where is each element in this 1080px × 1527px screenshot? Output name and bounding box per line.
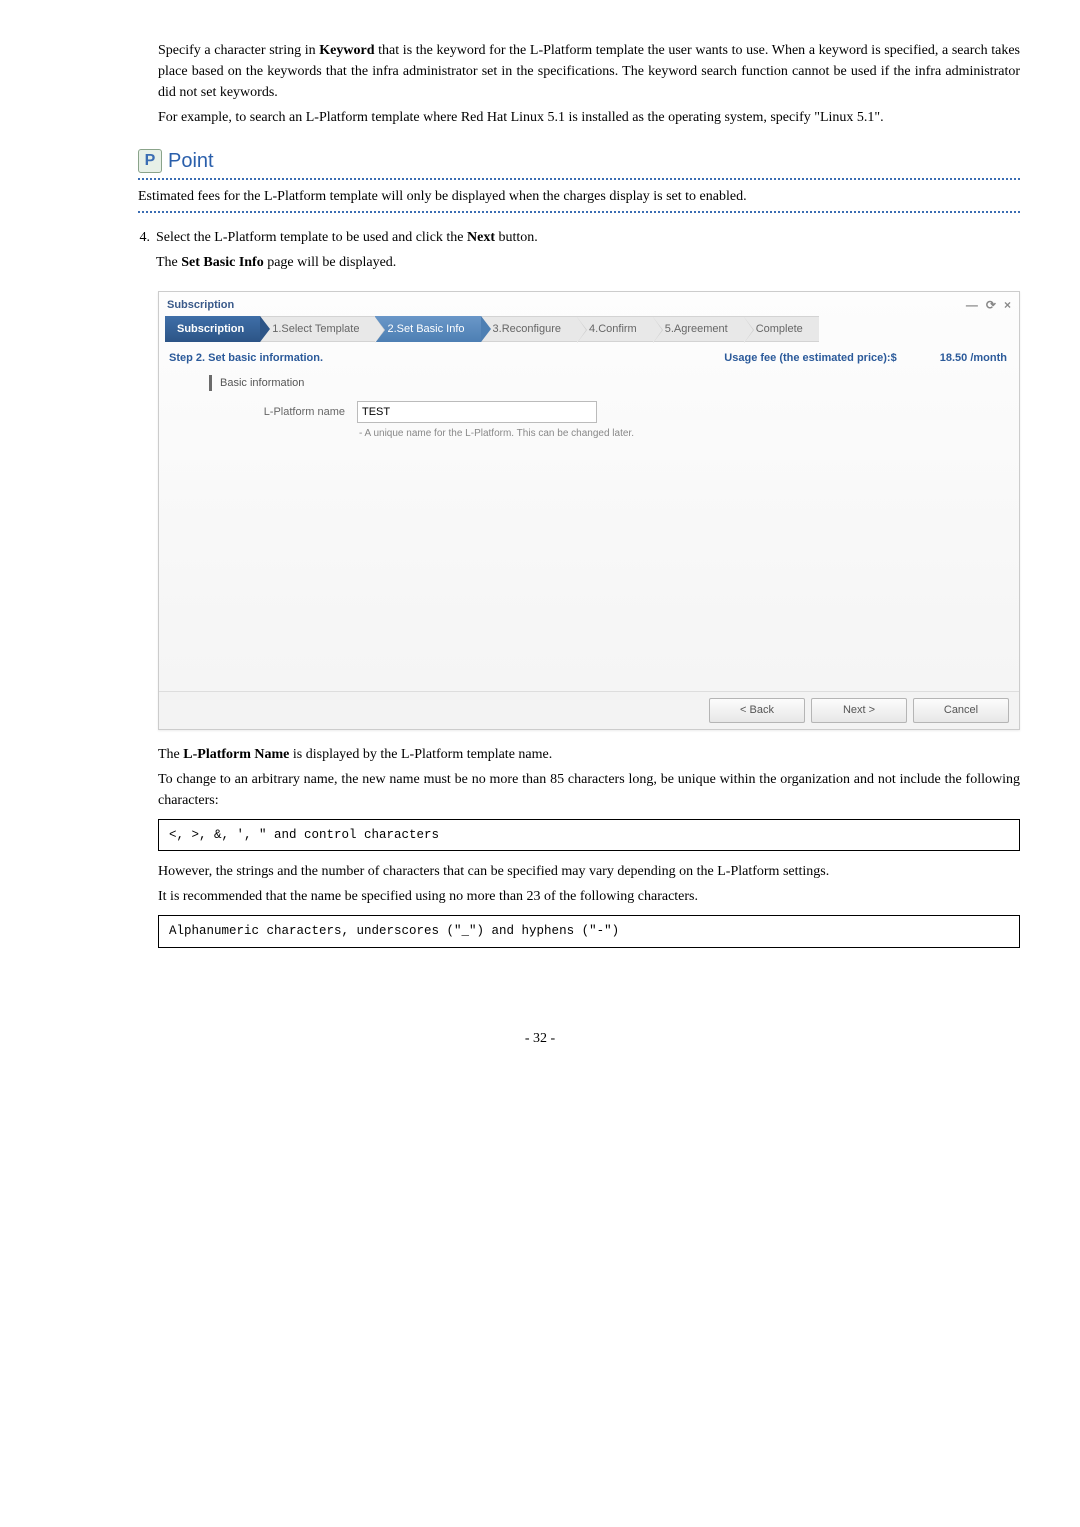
maximize-icon[interactable]: ⟳ [986,296,996,314]
wizard-tab-subscription: Subscription [165,316,260,342]
name-restrictions-paragraph: To change to an arbitrary name, the new … [158,769,1020,811]
dotted-divider [138,211,1020,213]
paragraph-keyword: Specify a character string in Keyword th… [158,40,1020,103]
usage-fee-price: 18.50 /month [940,352,1007,364]
dotted-divider [138,178,1020,180]
text: button. [495,230,538,245]
step-row: Step 2. Set basic information. Usage fee… [159,342,1019,375]
keyword-bold: Keyword [319,43,374,58]
lplatform-name-label: L-Platform name [215,404,357,421]
lplatform-name-input[interactable] [357,401,597,423]
subscription-window: Subscription — ⟳ × Subscription 1.Select… [158,291,1020,730]
close-icon[interactable]: × [1004,296,1011,314]
lplatform-name-hint: - A unique name for the L-Platform. This… [359,426,1019,441]
point-header: P Point [138,146,1020,176]
minimize-icon[interactable]: — [966,296,978,314]
window-title: Subscription [167,297,234,314]
wizard-tab-agreement[interactable]: 5.Agreement [653,316,744,342]
wizard-tab-complete[interactable]: Complete [744,316,819,342]
cancel-button[interactable]: Cancel [913,698,1009,723]
text: The [158,747,183,762]
text: is displayed by the L-Platform template … [289,747,552,762]
however-paragraph: However, the strings and the number of c… [158,861,1020,882]
next-bold: Next [467,230,495,245]
page-number: - 32 - [60,1028,1020,1049]
text: page will be displayed. [264,255,397,270]
set-basic-info-bold: Set Basic Info [181,255,263,270]
paragraph-example: For example, to search an L-Platform tem… [158,107,1020,128]
body-spacer [159,441,1019,691]
usage-fee-label: Usage fee (the estimated price):$ [724,352,896,364]
code-block-valid-chars: Alphanumeric characters, underscores ("_… [158,915,1020,948]
lplatform-name-row: L-Platform name [215,401,1019,423]
recommended-paragraph: It is recommended that the name be speci… [158,886,1020,907]
wizard-tab-confirm[interactable]: 4.Confirm [577,316,653,342]
point-icon: P [138,149,162,173]
lplatform-name-bold: L-Platform Name [183,747,289,762]
lplatform-name-paragraph: The L-Platform Name is displayed by the … [158,744,1020,765]
text: Specify a character string in [158,43,319,58]
wizard-footer: < Back Next > Cancel [159,691,1019,729]
text: The [156,255,181,270]
list-number: 4. [120,227,156,277]
wizard-tab-reconfigure[interactable]: 3.Reconfigure [481,316,578,342]
basic-information-section-title: Basic information [209,375,991,392]
point-icon-letter: P [145,149,156,173]
step4-line1: Select the L-Platform template to be use… [156,227,1020,248]
wizard-tab-set-basic-info[interactable]: 2.Set Basic Info [375,316,480,342]
text: Select the L-Platform template to be use… [156,230,467,245]
point-text: Estimated fees for the L-Platform templa… [138,186,1020,207]
wizard-tabs: Subscription 1.Select Template 2.Set Bas… [165,316,1013,342]
list-item-4: 4. Select the L-Platform template to be … [60,227,1020,277]
step-label: Step 2. Set basic information. [169,350,323,367]
window-titlebar: Subscription — ⟳ × [159,292,1019,316]
wizard-tab-select-template[interactable]: 1.Select Template [260,316,375,342]
back-button[interactable]: < Back [709,698,805,723]
code-block-invalid-chars: <, >, &, ', " and control characters [158,819,1020,852]
point-label: Point [168,146,214,176]
next-button[interactable]: Next > [811,698,907,723]
step4-line2: The Set Basic Info page will be displaye… [156,252,1020,273]
